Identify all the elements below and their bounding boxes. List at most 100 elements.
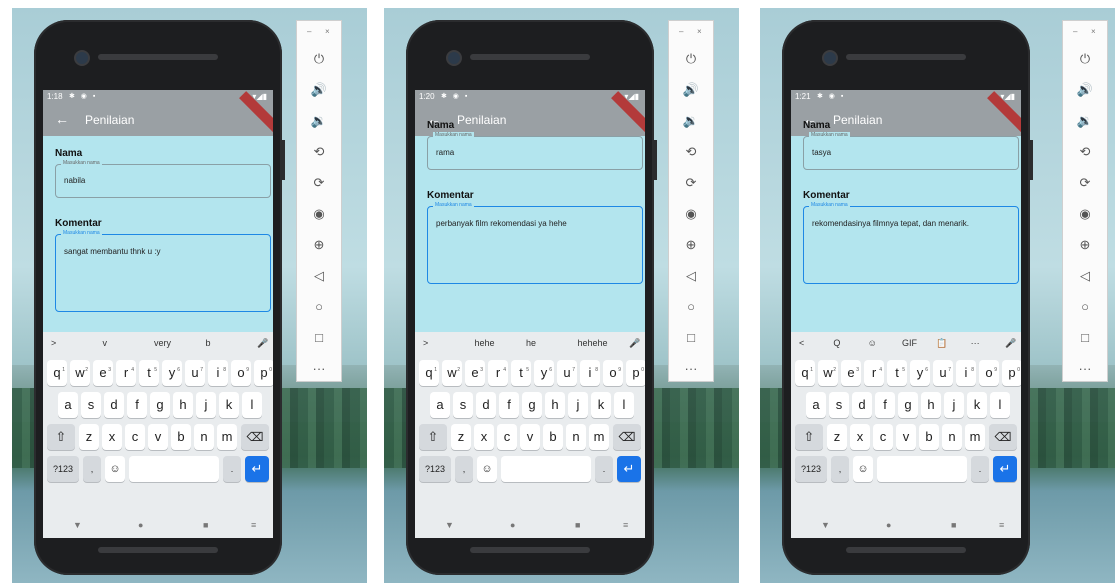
key-s[interactable]: s <box>453 392 473 418</box>
key-w[interactable]: w2 <box>818 360 838 386</box>
key-m[interactable]: m <box>217 424 237 450</box>
nav-recents-icon[interactable]: ■ <box>951 520 956 530</box>
key-c[interactable]: c <box>497 424 517 450</box>
volume-down-icon[interactable]: 🔉 <box>669 113 713 129</box>
emoji-key[interactable]: ☺ <box>477 456 497 482</box>
phone-side-button[interactable] <box>1030 140 1033 180</box>
suggestion-item[interactable]: b <box>206 338 211 348</box>
close-button[interactable]: × <box>697 27 702 36</box>
suggestion-item[interactable]: 🎤 <box>1005 338 1016 349</box>
key-a[interactable]: a <box>430 392 450 418</box>
key-l[interactable]: l <box>614 392 634 418</box>
key-y[interactable]: y6 <box>910 360 930 386</box>
key-t[interactable]: t5 <box>139 360 159 386</box>
back-arrow-icon[interactable]: ← <box>55 111 69 127</box>
key-q[interactable]: q1 <box>419 360 439 386</box>
overview-icon[interactable]: □ <box>669 330 713 345</box>
key-t[interactable]: t5 <box>511 360 531 386</box>
key-e[interactable]: e3 <box>93 360 113 386</box>
key-u[interactable]: u7 <box>185 360 205 386</box>
key-m[interactable]: m <box>965 424 985 450</box>
home-icon[interactable]: ○ <box>1063 299 1107 314</box>
power-icon[interactable]: ⏻ <box>1063 51 1107 67</box>
suggestion-item[interactable]: ··· <box>971 338 980 348</box>
enter-key[interactable]: ↵ <box>245 456 269 482</box>
nav-recents-icon[interactable]: ■ <box>575 520 580 530</box>
key-n[interactable]: n <box>942 424 962 450</box>
key-z[interactable]: z <box>79 424 99 450</box>
nav-home-icon[interactable]: ● <box>510 520 515 530</box>
symbols-key[interactable]: ?123 <box>795 456 827 482</box>
nav-back-icon[interactable]: ▼ <box>73 520 82 530</box>
volume-up-icon[interactable]: 🔊 <box>297 82 341 98</box>
key-v[interactable]: v <box>896 424 916 450</box>
suggestion-item[interactable]: hehehe <box>578 338 608 348</box>
volume-down-icon[interactable]: 🔉 <box>1063 113 1107 129</box>
suggestion-item[interactable]: > <box>51 338 56 348</box>
overview-icon[interactable]: □ <box>1063 330 1107 345</box>
zoom-icon[interactable]: ⊕ <box>1063 237 1107 253</box>
nama-input[interactable]: Masukkan nama nabila <box>55 160 271 198</box>
power-icon[interactable]: ⏻ <box>669 51 713 67</box>
nama-input[interactable]: Masukkan nama tasya <box>803 132 1019 170</box>
camera-icon[interactable]: ◉ <box>297 206 341 222</box>
nav-home-icon[interactable]: ● <box>138 520 143 530</box>
shift-key[interactable]: ⇧ <box>795 424 823 450</box>
key-u[interactable]: u7 <box>933 360 953 386</box>
suggestion-item[interactable]: 🎤 <box>257 338 268 349</box>
suggestion-item[interactable]: ☺ <box>868 338 877 348</box>
shift-key[interactable]: ⇧ <box>419 424 447 450</box>
shift-key[interactable]: ⇧ <box>47 424 75 450</box>
space-key[interactable] <box>501 456 591 482</box>
more-icon[interactable]: ··· <box>669 361 713 376</box>
key-b[interactable]: b <box>543 424 563 450</box>
rotate-left-icon[interactable]: ⟲ <box>669 144 713 160</box>
key-k[interactable]: k <box>967 392 987 418</box>
key-y[interactable]: y6 <box>162 360 182 386</box>
key-b[interactable]: b <box>919 424 939 450</box>
zoom-icon[interactable]: ⊕ <box>669 237 713 253</box>
key-o[interactable]: o9 <box>231 360 251 386</box>
rotate-left-icon[interactable]: ⟲ <box>297 144 341 160</box>
volume-up-icon[interactable]: 🔊 <box>1063 82 1107 98</box>
key-l[interactable]: l <box>242 392 262 418</box>
key-c[interactable]: c <box>873 424 893 450</box>
home-icon[interactable]: ○ <box>297 299 341 314</box>
power-icon[interactable]: ⏻ <box>297 51 341 67</box>
back-icon[interactable]: ◁ <box>1063 268 1107 284</box>
suggestion-item[interactable]: Q <box>833 338 840 348</box>
phone-side-button[interactable] <box>282 140 285 180</box>
key-f[interactable]: f <box>875 392 895 418</box>
key-r[interactable]: r4 <box>116 360 136 386</box>
suggestion-item[interactable]: 🎤 <box>629 338 640 349</box>
key-g[interactable]: g <box>150 392 170 418</box>
rotate-right-icon[interactable]: ⟳ <box>669 175 713 191</box>
key-a[interactable]: a <box>806 392 826 418</box>
suggestion-item[interactable]: GIF <box>902 338 917 348</box>
suggestion-item[interactable]: v <box>103 338 108 348</box>
key-i[interactable]: i8 <box>956 360 976 386</box>
key-q[interactable]: q1 <box>795 360 815 386</box>
key-r[interactable]: r4 <box>488 360 508 386</box>
nama-input[interactable]: Masukkan nama rama <box>427 132 643 170</box>
key-d[interactable]: d <box>104 392 124 418</box>
key-p[interactable]: p0 <box>254 360 273 386</box>
nav-recents-icon[interactable]: ■ <box>203 520 208 530</box>
volume-up-icon[interactable]: 🔊 <box>669 82 713 98</box>
key-v[interactable]: v <box>148 424 168 450</box>
suggestion-item[interactable]: 📋 <box>936 338 947 349</box>
key-f[interactable]: f <box>127 392 147 418</box>
symbols-key[interactable]: ?123 <box>47 456 79 482</box>
space-key[interactable] <box>129 456 219 482</box>
home-icon[interactable]: ○ <box>669 299 713 314</box>
key-z[interactable]: z <box>451 424 471 450</box>
symbols-key[interactable]: ?123 <box>419 456 451 482</box>
key-g[interactable]: g <box>898 392 918 418</box>
key-s[interactable]: s <box>81 392 101 418</box>
key-j[interactable]: j <box>944 392 964 418</box>
key-i[interactable]: i8 <box>580 360 600 386</box>
space-key[interactable] <box>877 456 967 482</box>
key-x[interactable]: x <box>102 424 122 450</box>
key-o[interactable]: o9 <box>979 360 999 386</box>
key-h[interactable]: h <box>921 392 941 418</box>
